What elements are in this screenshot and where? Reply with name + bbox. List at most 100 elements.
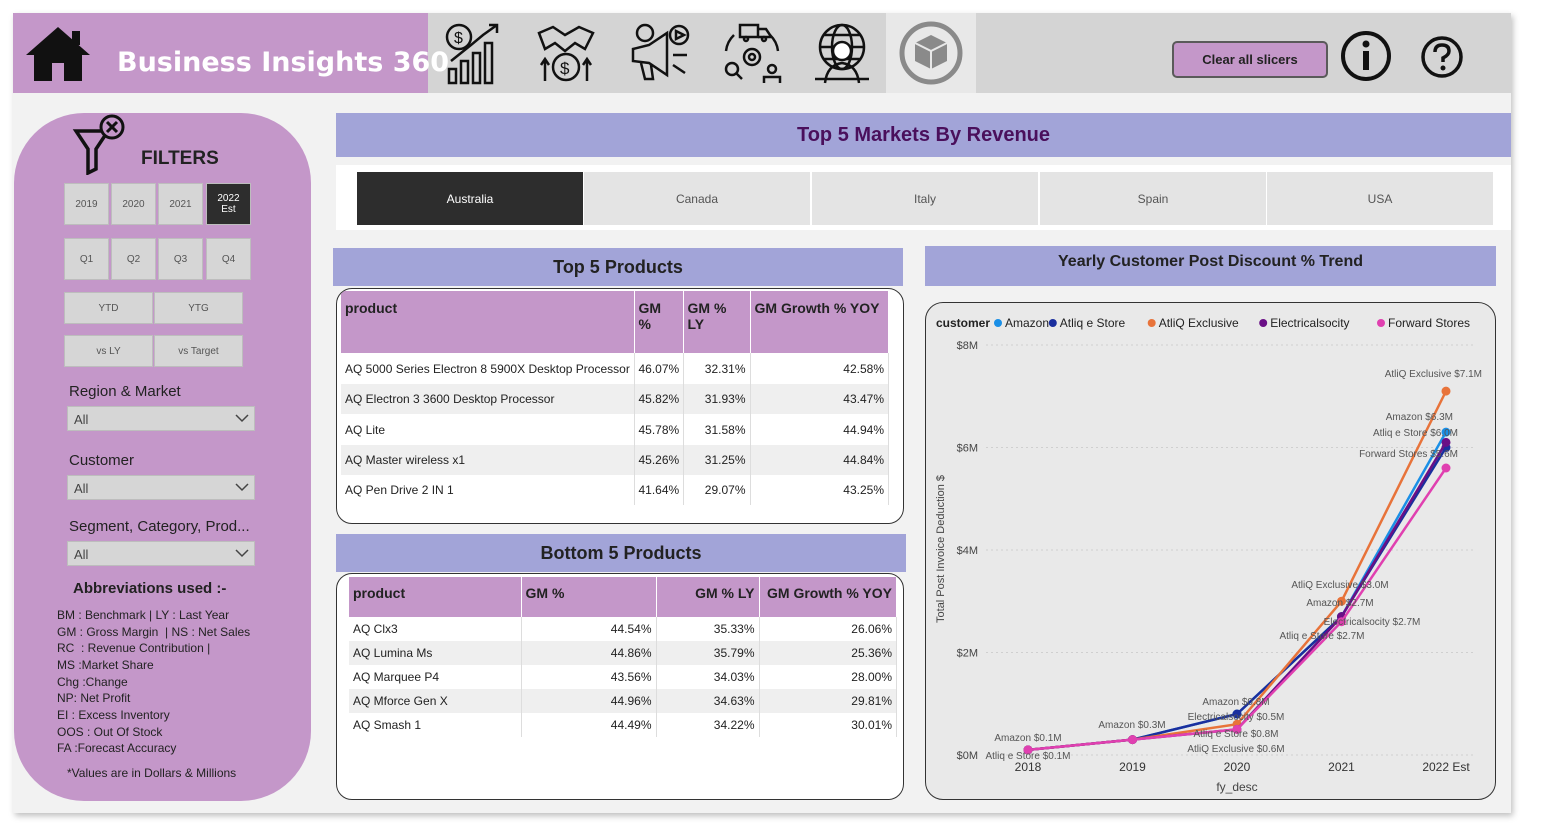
- cell-product: AQ Electron 3 3600 Desktop Processor: [341, 384, 635, 414]
- cell-product: AQ Lite: [341, 414, 635, 445]
- col-product[interactable]: product: [349, 577, 522, 617]
- region-market-value: All: [74, 412, 89, 427]
- legend-item: Electricalsocity: [1270, 316, 1349, 330]
- home-icon[interactable]: [22, 23, 94, 83]
- cell-gm-ly: 31.58%: [683, 414, 751, 445]
- table-row[interactable]: AQ Mforce Gen X 44.96% 34.63% 29.81%: [349, 689, 897, 713]
- y-tick-label: $4M: [957, 545, 978, 557]
- data-point: [1441, 437, 1451, 447]
- quarter-q1-tile[interactable]: Q1: [64, 238, 109, 280]
- svg-text:$: $: [454, 30, 463, 47]
- help-icon[interactable]: [1420, 35, 1464, 79]
- cell-gm: 45.78%: [634, 414, 684, 445]
- clear-filter-icon[interactable]: [72, 113, 128, 175]
- quarter-q2-tile[interactable]: Q2: [111, 238, 156, 280]
- col-gm-growth[interactable]: GM Growth % YOY: [759, 577, 897, 617]
- table-row[interactable]: AQ Electron 3 3600 Desktop Processor 45.…: [341, 384, 889, 414]
- x-tick-label: 2020: [1224, 760, 1251, 774]
- data-label: Forward Stores $5.6M: [1359, 449, 1458, 460]
- legend-marker: [1147, 319, 1156, 327]
- abbreviation-item: NP: Net Profit: [57, 691, 131, 705]
- col-gm-growth[interactable]: GM Growth % YOY: [750, 291, 889, 353]
- brand-area: Business Insights 360: [13, 13, 449, 93]
- supply-chain-icon[interactable]: [720, 21, 784, 85]
- x-tick-label: 2022 Est: [1422, 760, 1470, 774]
- executive-globe-icon[interactable]: [811, 21, 873, 85]
- year-2022-est-tile[interactable]: 2022 Est: [206, 183, 251, 225]
- data-point: [1128, 735, 1137, 745]
- table-row[interactable]: AQ Lumina Ms 44.86% 35.79% 25.36%: [349, 641, 897, 665]
- cell-gm-ly: 34.22%: [656, 713, 760, 737]
- abbreviation-item: FA :Forecast Accuracy: [57, 741, 177, 755]
- data-label: Atliq e Store $6.0M: [1373, 428, 1458, 439]
- data-label: Amazon $6.3M: [1386, 412, 1453, 423]
- x-tick-label: 2018: [1015, 760, 1042, 774]
- table-row[interactable]: AQ Marquee P4 43.56% 34.03% 28.00%: [349, 665, 897, 689]
- table-row[interactable]: AQ Master wireless x1 45.26% 31.25% 44.8…: [341, 445, 889, 475]
- info-icon[interactable]: [1340, 30, 1392, 82]
- table-row[interactable]: AQ Lite 45.78% 31.58% 44.94%: [341, 414, 889, 445]
- market-spain-tab[interactable]: Spain: [1040, 172, 1266, 225]
- market-canada-tab[interactable]: Canada: [584, 172, 810, 225]
- market-italy-tab[interactable]: Italy: [812, 172, 1038, 225]
- table-row[interactable]: AQ Smash 1 44.49% 34.22% 30.01%: [349, 713, 897, 737]
- svg-text:$: $: [560, 59, 570, 78]
- y-tick-label: $2M: [957, 648, 978, 660]
- data-label: Amazon $0.1M: [994, 733, 1061, 744]
- product-box-icon[interactable]: [899, 21, 963, 85]
- segment-label: Segment, Category, Prod...: [69, 518, 250, 535]
- top-markets-title: Top 5 Markets By Revenue: [336, 113, 1511, 157]
- table-row[interactable]: AQ Pen Drive 2 IN 1 41.64% 29.07% 43.25%: [341, 475, 889, 505]
- year-2020-tile[interactable]: 2020: [111, 183, 156, 225]
- ytg-tile[interactable]: YTG: [154, 292, 243, 324]
- marketing-megaphone-icon[interactable]: [627, 21, 691, 85]
- legend-marker: [1048, 319, 1057, 327]
- top-products-table: product GM % GM % LY GM Growth % YOY AQ …: [341, 291, 889, 505]
- region-market-label: Region & Market: [69, 383, 181, 400]
- year-2019-tile[interactable]: 2019: [64, 183, 109, 225]
- ytd-tile[interactable]: YTD: [64, 292, 153, 324]
- cell-product: AQ Marquee P4: [349, 665, 522, 689]
- data-label: Atliq e Store $0.8M: [1193, 729, 1278, 740]
- abbreviations-title: Abbreviations used :-: [73, 580, 227, 597]
- col-gm-ly[interactable]: GM % LY: [683, 291, 751, 353]
- data-point: [1441, 463, 1451, 473]
- cell-product: AQ Master wireless x1: [341, 445, 635, 475]
- data-label: Atliq e Store $2.7M: [1279, 631, 1364, 642]
- vs-ly-tile[interactable]: vs LY: [64, 335, 153, 367]
- cell-product: AQ Mforce Gen X: [349, 689, 522, 713]
- quarter-q4-tile[interactable]: Q4: [206, 238, 251, 280]
- data-point: [1441, 386, 1451, 396]
- region-market-dropdown[interactable]: All: [67, 406, 255, 431]
- sales-handshake-icon[interactable]: $: [535, 21, 597, 85]
- cell-gm-ly: 34.03%: [656, 665, 760, 689]
- table-row[interactable]: AQ 5000 Series Electron 8 5900X Desktop …: [341, 353, 889, 384]
- market-australia-tab[interactable]: Australia: [357, 172, 583, 225]
- trend-line-chart[interactable]: $0M $2M $4M $6M $8M 2018 2019 2020 2021 2022 Est f…: [926, 303, 1494, 798]
- col-gm-ly[interactable]: GM % LY: [656, 577, 760, 617]
- table-row[interactable]: AQ Clx3 44.54% 35.33% 26.06%: [349, 617, 897, 641]
- top-navigation-bar: Business Insights 360 $ $ Clear all slic…: [13, 13, 1511, 93]
- segment-dropdown[interactable]: All: [67, 541, 255, 566]
- clear-slicers-button[interactable]: Clear all slicers: [1172, 41, 1328, 78]
- customer-dropdown[interactable]: All: [67, 475, 255, 500]
- y-tick-label: $6M: [957, 443, 978, 455]
- cell-gm-growth: 43.25%: [750, 475, 889, 505]
- cell-gm-growth: 44.94%: [750, 414, 889, 445]
- vs-target-tile[interactable]: vs Target: [154, 335, 243, 367]
- col-product[interactable]: product: [341, 291, 635, 353]
- col-gm[interactable]: GM %: [521, 577, 657, 617]
- year-2021-tile[interactable]: 2021: [158, 183, 203, 225]
- market-usa-tab[interactable]: USA: [1267, 172, 1493, 225]
- cell-gm: 44.54%: [521, 617, 657, 641]
- col-gm[interactable]: GM %: [634, 291, 684, 353]
- finance-growth-icon[interactable]: $: [443, 21, 503, 85]
- y-axis-title: Total Post Invoice Deduction $: [935, 475, 947, 623]
- cell-gm: 44.96%: [521, 689, 657, 713]
- cell-gm-growth: 25.36%: [759, 641, 897, 665]
- abbreviation-item: MS :Market Share: [57, 658, 154, 672]
- bottom-products-table-frame: product GM % GM % LY GM Growth % YOY AQ …: [336, 573, 904, 800]
- cell-gm-growth: 28.00%: [759, 665, 897, 689]
- bottom-products-title: Bottom 5 Products: [336, 534, 906, 572]
- quarter-q3-tile[interactable]: Q3: [158, 238, 203, 280]
